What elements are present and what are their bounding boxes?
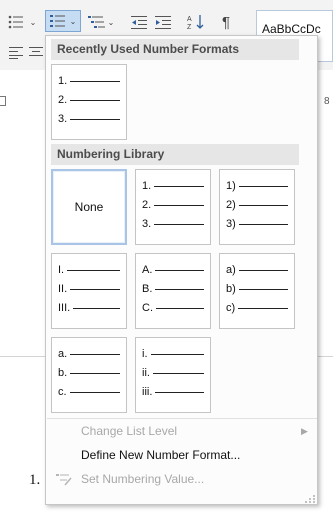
increase-indent-button[interactable] xyxy=(154,11,172,33)
bullets-icon xyxy=(8,15,23,29)
list-marker: b. xyxy=(58,367,68,379)
list-marker: 3. xyxy=(58,113,68,125)
list-marker: 2. xyxy=(142,199,152,211)
sample-line xyxy=(238,204,288,206)
sample-line xyxy=(238,185,288,187)
sample-line xyxy=(152,372,204,374)
bullets-dropdown-arrow[interactable]: ⌄ xyxy=(28,11,38,33)
none-label: None xyxy=(74,200,104,214)
decrease-indent-icon xyxy=(131,16,147,29)
bullets-button[interactable] xyxy=(8,11,24,33)
multilevel-list-button[interactable]: ⌄ xyxy=(86,11,116,33)
multilevel-dropdown-arrow[interactable]: ⌄ xyxy=(108,18,115,27)
sample-line xyxy=(238,223,288,225)
list-marker: i. xyxy=(142,348,148,360)
change-list-level-item[interactable]: Change List Level ▶ xyxy=(47,420,317,442)
library-tile-arabic-period[interactable]: 1. 2. 3. xyxy=(135,169,211,245)
library-tile-roman-upper[interactable]: I. II. III. xyxy=(51,253,127,329)
sample-line xyxy=(69,391,120,393)
library-tile-alpha-upper[interactable]: A. B. C. xyxy=(135,253,211,329)
submenu-arrow-icon: ▶ xyxy=(301,425,308,436)
sample-line xyxy=(155,269,204,271)
change-list-level-label: Change List Level xyxy=(81,424,178,438)
sample-line xyxy=(67,269,120,271)
set-numbering-value-label: Set Numbering Value... xyxy=(81,472,205,486)
sort-button[interactable]: A Z xyxy=(186,11,206,33)
sample-line xyxy=(70,80,120,82)
list-marker: B. xyxy=(142,283,153,295)
define-new-number-format-item[interactable]: Define New Number Format... xyxy=(47,444,317,466)
list-marker: a. xyxy=(58,348,68,360)
set-numbering-value-item[interactable]: Set Numbering Value... xyxy=(47,468,317,490)
sort-icon: A Z xyxy=(187,15,204,30)
library-tile-arabic-paren[interactable]: 1) 2) 3) xyxy=(219,169,295,245)
list-marker: 2) xyxy=(226,199,236,211)
sample-line xyxy=(70,99,120,101)
sample-line xyxy=(150,353,204,355)
list-marker: ii. xyxy=(142,367,150,379)
list-marker: c) xyxy=(226,302,236,314)
sample-line xyxy=(70,288,120,290)
numbering-button[interactable]: ⌄ xyxy=(45,10,81,32)
recent-format-tile[interactable]: 1. 2. 3. xyxy=(51,64,127,140)
sample-line xyxy=(238,288,288,290)
list-marker: A. xyxy=(142,264,153,276)
menu-separator xyxy=(47,418,317,419)
list-marker: a) xyxy=(226,264,236,276)
sample-line xyxy=(156,307,204,309)
list-marker: 2. xyxy=(58,94,68,106)
library-tile-none[interactable]: None xyxy=(51,169,127,245)
library-tile-roman-lower[interactable]: i. ii. iii. xyxy=(135,337,211,413)
numbering-dropdown-arrow[interactable]: ⌄ xyxy=(70,17,77,26)
list-marker: II. xyxy=(58,283,68,295)
style-sample-text: AaBbCcDc xyxy=(262,22,321,36)
pilcrow-icon: ¶ xyxy=(221,13,231,31)
multilevel-list-icon xyxy=(87,16,105,28)
list-marker: I. xyxy=(58,264,65,276)
list-marker: 3. xyxy=(142,218,152,230)
ruler-indent-marker[interactable] xyxy=(0,96,6,106)
svg-text:Z: Z xyxy=(187,24,192,30)
align-center-button[interactable] xyxy=(28,42,44,64)
sample-line xyxy=(70,353,120,355)
svg-text:A: A xyxy=(187,16,192,23)
recent-formats-header: Recently Used Number Formats xyxy=(51,39,299,60)
sample-line xyxy=(154,185,204,187)
library-tile-alpha-lower-period[interactable]: a. b. c. xyxy=(51,337,127,413)
sample-line xyxy=(154,204,204,206)
resize-grip-icon[interactable] xyxy=(304,494,316,504)
list-marker: iii. xyxy=(142,386,153,398)
sample-line xyxy=(70,372,120,374)
library-tile-alpha-lower-paren[interactable]: a) b) c) xyxy=(219,253,295,329)
numbering-dropdown: Recently Used Number Formats 1. 2. 3. Nu… xyxy=(45,35,318,505)
show-formatting-button[interactable]: ¶ xyxy=(218,11,234,33)
align-center-icon xyxy=(29,47,43,56)
list-marker: c. xyxy=(58,386,67,398)
sample-line xyxy=(238,307,288,309)
list-marker: 1. xyxy=(142,180,152,192)
define-new-number-format-label: Define New Number Format... xyxy=(81,448,241,462)
sample-line xyxy=(155,391,204,393)
list-marker: III. xyxy=(58,302,71,314)
align-left-button[interactable] xyxy=(8,42,24,64)
numbering-library-header: Numbering Library xyxy=(51,144,299,165)
set-numbering-value-icon xyxy=(47,472,81,486)
increase-indent-icon xyxy=(155,16,171,29)
numbering-icon xyxy=(49,15,65,27)
sample-line xyxy=(155,288,204,290)
sample-line xyxy=(73,307,120,309)
list-marker: b) xyxy=(226,283,236,295)
list-marker: C. xyxy=(142,302,153,314)
sample-line xyxy=(70,118,120,120)
align-left-icon xyxy=(9,47,23,59)
ruler-number: 8 xyxy=(324,96,330,107)
document-list-number: 1. xyxy=(29,472,41,488)
sample-line xyxy=(238,269,288,271)
list-marker: 3) xyxy=(226,218,236,230)
sample-line xyxy=(154,223,204,225)
decrease-indent-button[interactable] xyxy=(130,11,148,33)
list-marker: 1. xyxy=(58,75,68,87)
list-marker: 1) xyxy=(226,180,236,192)
